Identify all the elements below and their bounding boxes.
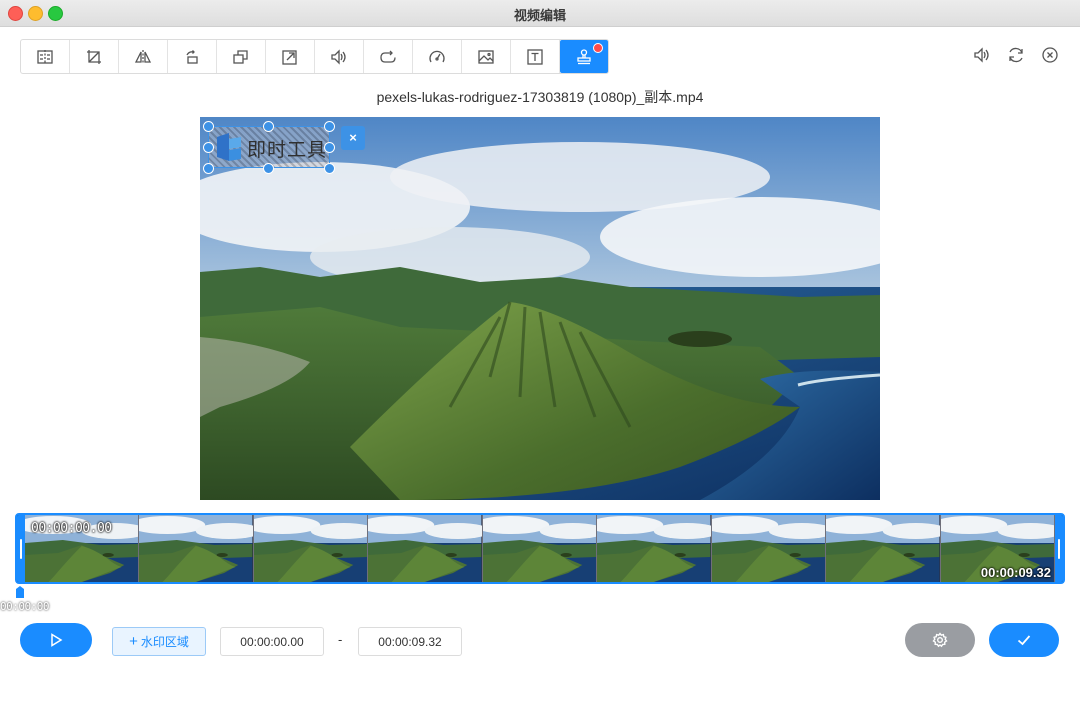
- reset-button[interactable]: [1006, 45, 1026, 65]
- tool-image-button[interactable]: [462, 40, 511, 73]
- timeline-frame-thumbnail: [139, 515, 254, 582]
- timeline-frame-thumbnail: [253, 515, 369, 582]
- resize-handle-right[interactable]: [324, 142, 335, 153]
- tool-crop-button[interactable]: [70, 40, 119, 73]
- preview-controls: [972, 45, 1060, 65]
- speed-icon: [429, 50, 445, 62]
- watermark-logo-icon: [217, 133, 241, 161]
- play-button[interactable]: [20, 623, 92, 657]
- file-name: pexels-lukas-rodriguez-17303819 (1080p)_…: [376, 89, 704, 105]
- watermark-region[interactable]: 即时工具: [208, 126, 330, 168]
- timeline-strip[interactable]: 00:00:00.00 00:00:09.32: [15, 513, 1065, 584]
- watermark-text: 即时工具: [247, 140, 328, 161]
- time-range-separator: -: [338, 632, 343, 647]
- remove-watermark-button[interactable]: ×: [341, 126, 365, 150]
- timeline-frame-thumbnail: [711, 515, 827, 582]
- split-icon: [37, 49, 53, 64]
- tool-volume-button[interactable]: [315, 40, 364, 73]
- timeline-frame-thumbnail: [368, 515, 483, 582]
- resize-handle-top-right[interactable]: [324, 121, 335, 132]
- plus-icon: +: [129, 633, 138, 650]
- resize-icon: [233, 49, 248, 64]
- settings-button[interactable]: [905, 623, 975, 657]
- tool-watermark-button[interactable]: [560, 40, 608, 73]
- timeline-frame-thumbnail: [482, 515, 598, 582]
- video-preview[interactable]: [200, 117, 880, 500]
- resize-handle-top[interactable]: [263, 121, 274, 132]
- volume-icon: [331, 48, 346, 65]
- refresh-icon: [1009, 47, 1023, 63]
- mute-button[interactable]: [972, 45, 992, 65]
- tool-rotate-button[interactable]: [168, 40, 217, 73]
- text-icon: [527, 48, 543, 65]
- rotate-icon: [186, 49, 198, 64]
- tool-export-button[interactable]: [266, 40, 315, 73]
- close-circle-icon: [1042, 47, 1058, 63]
- tool-text-button[interactable]: [511, 40, 560, 73]
- resize-handle-bottom-left[interactable]: [203, 163, 214, 174]
- tool-split-button[interactable]: [21, 40, 70, 73]
- image-icon: [478, 49, 494, 64]
- tool-flip-button[interactable]: [119, 40, 168, 73]
- checkmark-icon: [1017, 635, 1031, 646]
- notification-badge: [593, 43, 603, 53]
- add-watermark-area-label: 水印区域: [140, 635, 189, 649]
- gear-icon: [932, 632, 948, 648]
- timeline-start-time: 00:00:00.00: [31, 521, 112, 536]
- resize-handle-bottom-right[interactable]: [324, 163, 335, 174]
- close-editor-button[interactable]: [1040, 45, 1060, 65]
- trim-handle-left[interactable]: [17, 515, 25, 582]
- timeline-frames: [25, 515, 1055, 582]
- playhead-time: 00:00:00: [0, 600, 49, 613]
- watermark-stamp-icon: [577, 48, 591, 64]
- tool-speed-button[interactable]: [413, 40, 462, 73]
- start-time-field[interactable]: 00:00:00.00: [220, 627, 324, 656]
- crop-icon: [87, 49, 101, 64]
- volume-icon: [974, 47, 989, 63]
- window-title: 视频编辑: [513, 8, 566, 23]
- export-icon: [282, 49, 297, 65]
- landscape-image: [200, 117, 880, 500]
- title-bar: 视频编辑: [0, 0, 1080, 27]
- confirm-button[interactable]: [989, 623, 1059, 657]
- resize-handle-top-left[interactable]: [203, 121, 214, 132]
- tool-resize-button[interactable]: [217, 40, 266, 73]
- timeline-end-time: 00:00:09.32: [980, 565, 1051, 580]
- timeline-frame-thumbnail: [826, 515, 941, 582]
- edit-toolbar: [20, 39, 609, 74]
- timeline-frame-thumbnail: [597, 515, 712, 582]
- flip-icon: [134, 49, 152, 64]
- play-icon: [51, 633, 63, 647]
- resize-handle-bottom[interactable]: [263, 163, 274, 174]
- end-time-field[interactable]: 00:00:09.32: [358, 627, 462, 656]
- resize-handle-left[interactable]: [203, 142, 214, 153]
- trim-handle-right[interactable]: [1055, 515, 1063, 582]
- add-watermark-area-button[interactable]: + 水印区域: [112, 627, 206, 656]
- loop-icon: [380, 50, 396, 63]
- playhead-marker[interactable]: [15, 586, 25, 598]
- tool-loop-button[interactable]: [364, 40, 413, 73]
